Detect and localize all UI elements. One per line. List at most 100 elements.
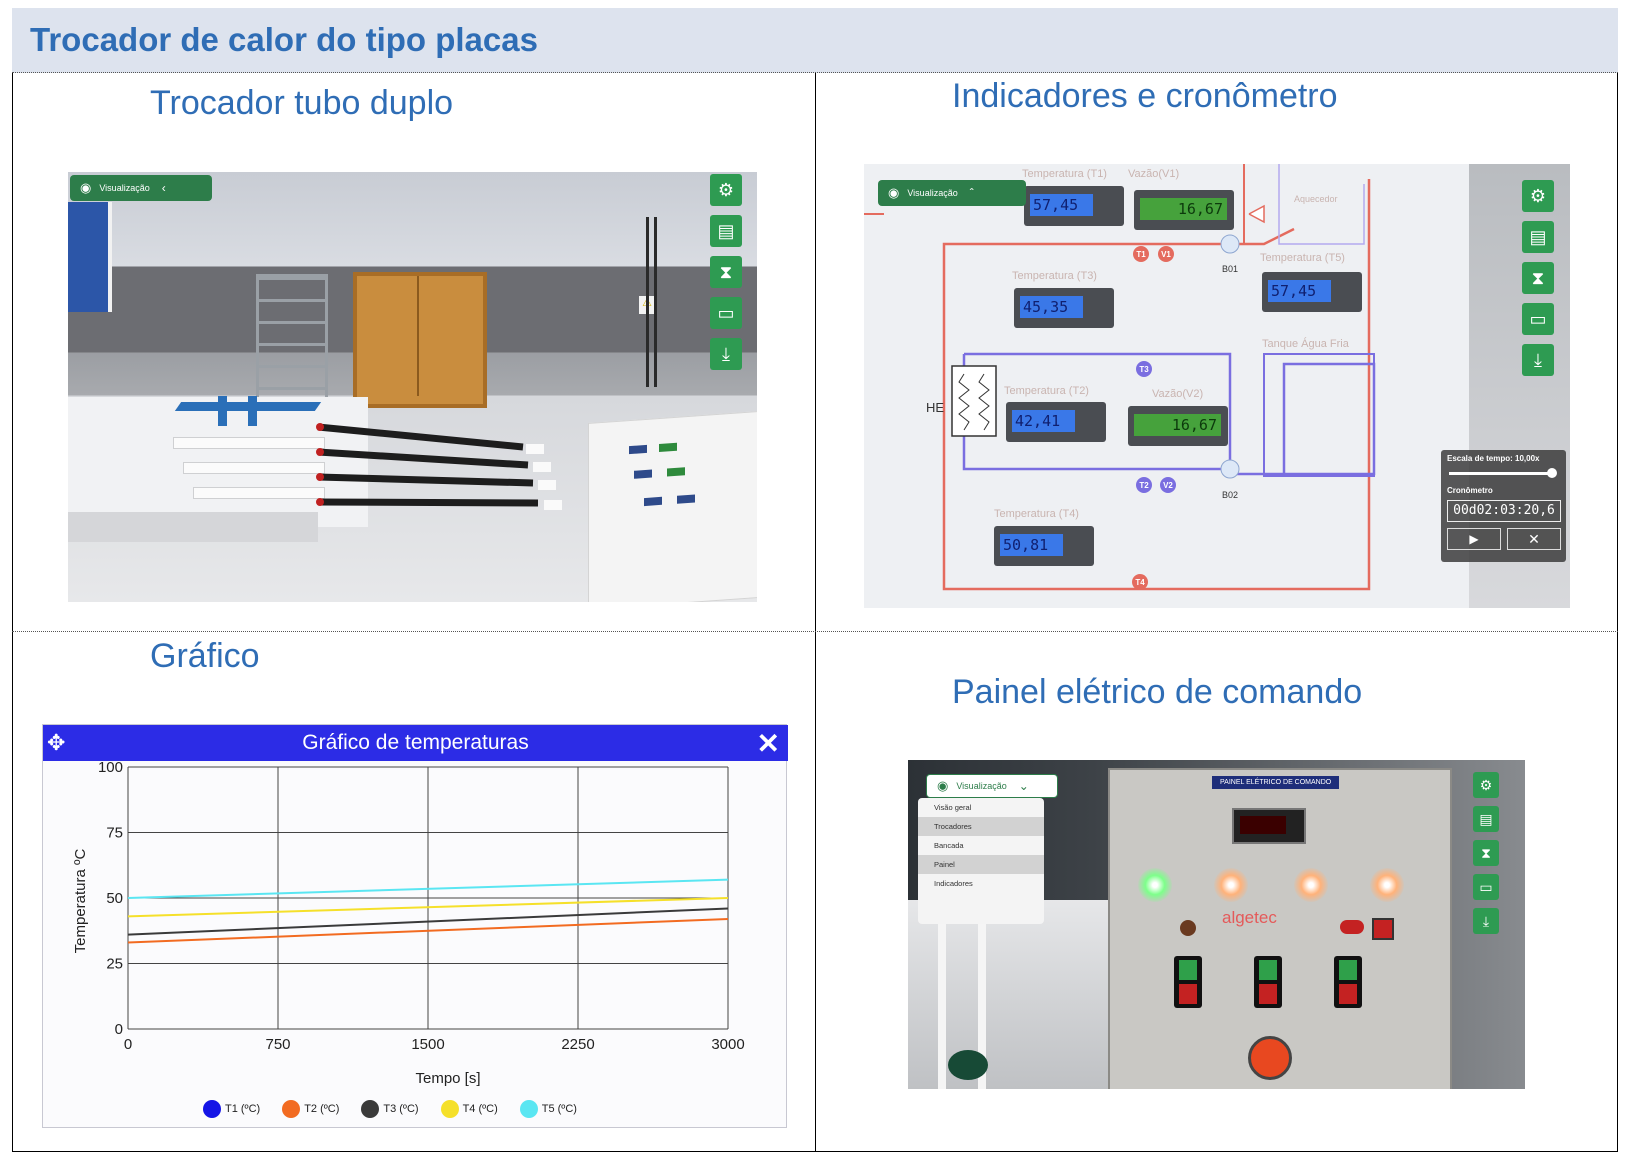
slider-handle[interactable] <box>1546 468 1557 478</box>
row-divider <box>12 631 1618 632</box>
download-icon[interactable]: ⤓ <box>1522 344 1554 376</box>
menu-item-trocadores[interactable]: Trocadores <box>918 817 1044 836</box>
download-icon[interactable]: ⤓ <box>1473 908 1499 934</box>
display-t4: 50,81 <box>994 526 1094 566</box>
x-tick-label: 2250 <box>561 1036 594 1053</box>
panel-title: PAINEL ELÉTRICO DE COMANDO <box>1212 776 1340 789</box>
eye-icon: ◉ <box>937 778 949 793</box>
view-menu: Visão geral Trocadores Bancada Painel In… <box>918 798 1044 924</box>
legend-label: T2 (ºC) <box>304 1103 340 1115</box>
scene-toolbar: ⚙ ▤ ⧗ ▭ ⤓ <box>710 174 742 379</box>
play-icon[interactable]: ▶ <box>1447 528 1501 550</box>
timer-panel: Escala de tempo: 10,00x Cronômetro 00d02… <box>1441 450 1566 562</box>
scene-indicadores[interactable]: Temperatura (T1) Vazão(V1) Temperatura (… <box>864 164 1570 608</box>
legend-item[interactable]: T3 (ºC) <box>361 1100 419 1118</box>
chevron-up-icon: ˆ <box>969 186 974 200</box>
y-tick-label: 25 <box>106 956 123 973</box>
chart-window[interactable]: ✥ Gráfico de temperaturas ✕ 0 750 1500 2250… <box>42 724 788 1128</box>
legend-item[interactable]: T2 (ºC) <box>282 1100 339 1118</box>
hoses <box>316 423 539 507</box>
menu-item-bancada[interactable]: Bancada <box>918 836 1044 855</box>
section-title-painel: Painel elétrico de comando <box>952 673 1363 711</box>
sensor-v2: V2 <box>1160 477 1176 493</box>
scene-toolbar: ⚙ ▤ ⧗ ▭ ⤓ <box>1522 180 1554 385</box>
legend-label: T3 (ºC) <box>383 1103 419 1115</box>
column-divider <box>815 73 816 1152</box>
sensor-v1: V1 <box>1158 246 1174 262</box>
chevron-down-icon: ⌄ <box>1018 779 1029 793</box>
temperature-chart: 0 750 1500 2250 3000 0 25 50 75 100 Tempo [s] Tem… <box>72 761 745 1087</box>
download-icon[interactable]: ⤓ <box>710 338 742 370</box>
emergency-stop-button[interactable] <box>1248 1036 1292 1080</box>
hourglass-icon[interactable]: ⧗ <box>710 256 742 288</box>
monitor-icon[interactable]: ▭ <box>1522 303 1554 335</box>
document-icon[interactable]: ▤ <box>1522 221 1554 253</box>
window <box>68 202 112 312</box>
wooden-door <box>353 272 487 408</box>
display-t1: 57,45 <box>1024 186 1124 226</box>
legend-item[interactable]: T5 (ºC) <box>519 1100 577 1118</box>
visualizacao-button[interactable]: ◉ Visualização ˆ <box>878 180 1026 206</box>
display-t2: 42,41 <box>1006 402 1106 442</box>
close-icon[interactable]: ✕ <box>1507 528 1561 550</box>
gear-icon[interactable]: ⚙ <box>1522 180 1554 212</box>
x-tick-label: 750 <box>265 1036 290 1053</box>
control-knob[interactable] <box>1180 920 1196 936</box>
legend-item[interactable]: T4 (ºC) <box>440 1100 498 1118</box>
red-button[interactable] <box>1340 920 1364 934</box>
document-icon[interactable]: ▤ <box>710 215 742 247</box>
hourglass-icon[interactable]: ⧗ <box>1522 262 1554 294</box>
x-tick-label: 0 <box>124 1036 132 1053</box>
display-v1: 16,67 <box>1134 190 1234 230</box>
hourglass-icon[interactable]: ⧗ <box>1473 840 1499 866</box>
y-tick-label: 0 <box>115 1021 123 1038</box>
legend-item[interactable]: T1 (ºC) <box>203 1100 260 1118</box>
menu-item-painel[interactable]: Painel <box>918 855 1044 874</box>
document-icon[interactable]: ▤ <box>1473 806 1499 832</box>
indicator-box <box>588 411 757 602</box>
monitor-icon[interactable]: ▭ <box>710 297 742 329</box>
x-tick-label: 1500 <box>411 1036 444 1053</box>
eye-icon: ◉ <box>888 185 900 200</box>
close-icon[interactable]: ✕ <box>757 727 780 760</box>
panel-display <box>1232 808 1306 844</box>
table-header: Trocador de calor do tipo placas <box>12 8 1618 73</box>
legend-swatch <box>440 1100 459 1118</box>
gear-icon[interactable]: ⚙ <box>710 174 742 206</box>
section-title-indicadores: Indicadores e cronômetro <box>952 77 1338 115</box>
scene-tubo-duplo[interactable]: ⚠ ◉ Visualização ‹ ⚙ ▤ ⧗ <box>68 172 757 602</box>
visualizacao-button[interactable]: ◉ Visualização ⌄ <box>926 774 1058 798</box>
toggle-switch-2[interactable] <box>1254 956 1282 1008</box>
visualizacao-button[interactable]: ◉ Visualização ‹ <box>70 175 212 201</box>
sensor-t4: T4 <box>1132 574 1148 590</box>
scene-toolbar: ⚙ ▤ ⧗ ▭ ⤓ <box>1473 772 1499 942</box>
display-t3: 45,35 <box>1014 288 1114 328</box>
toggle-switch-3[interactable] <box>1334 956 1362 1008</box>
menu-item-indicadores[interactable]: Indicadores <box>918 874 1044 893</box>
y-axis-label: Temperatura ºC <box>72 848 89 953</box>
scene-painel[interactable]: PAINEL ELÉTRICO DE COMANDO algetec ◉ Vis… <box>908 760 1525 1089</box>
gear-icon[interactable]: ⚙ <box>1473 772 1499 798</box>
y-tick-label: 75 <box>106 825 123 842</box>
legend-label: T5 (ºC) <box>541 1103 577 1115</box>
chart-titlebar: ✥ Gráfico de temperaturas ✕ <box>43 725 788 761</box>
red-switch[interactable] <box>1372 918 1394 940</box>
legend-swatch <box>519 1100 538 1118</box>
sensor-t1: T1 <box>1133 246 1149 262</box>
legend-swatch <box>203 1100 221 1118</box>
legend-label: T1 (ºC) <box>225 1103 261 1115</box>
monitor-icon[interactable]: ▭ <box>1473 874 1499 900</box>
menu-item-visao-geral[interactable]: Visão geral <box>918 798 1044 817</box>
display-t5: 57,45 <box>1262 272 1362 312</box>
display-v2: 16,67 <box>1128 406 1228 446</box>
page-title: Trocador de calor do tipo placas <box>30 21 538 58</box>
section-title-grafico: Gráfico <box>150 637 260 675</box>
toggle-switch-1[interactable] <box>1174 956 1202 1008</box>
section-title-tubo: Trocador tubo duplo <box>150 84 454 122</box>
legend-label: T4 (ºC) <box>462 1103 498 1115</box>
chrono-display: 00d02:03:20,6 <box>1447 500 1561 522</box>
chevron-left-icon: ‹ <box>161 181 166 195</box>
time-scale-slider[interactable] <box>1449 468 1557 478</box>
chart-title: Gráfico de temperaturas <box>302 731 529 754</box>
legend-swatch <box>282 1100 301 1118</box>
